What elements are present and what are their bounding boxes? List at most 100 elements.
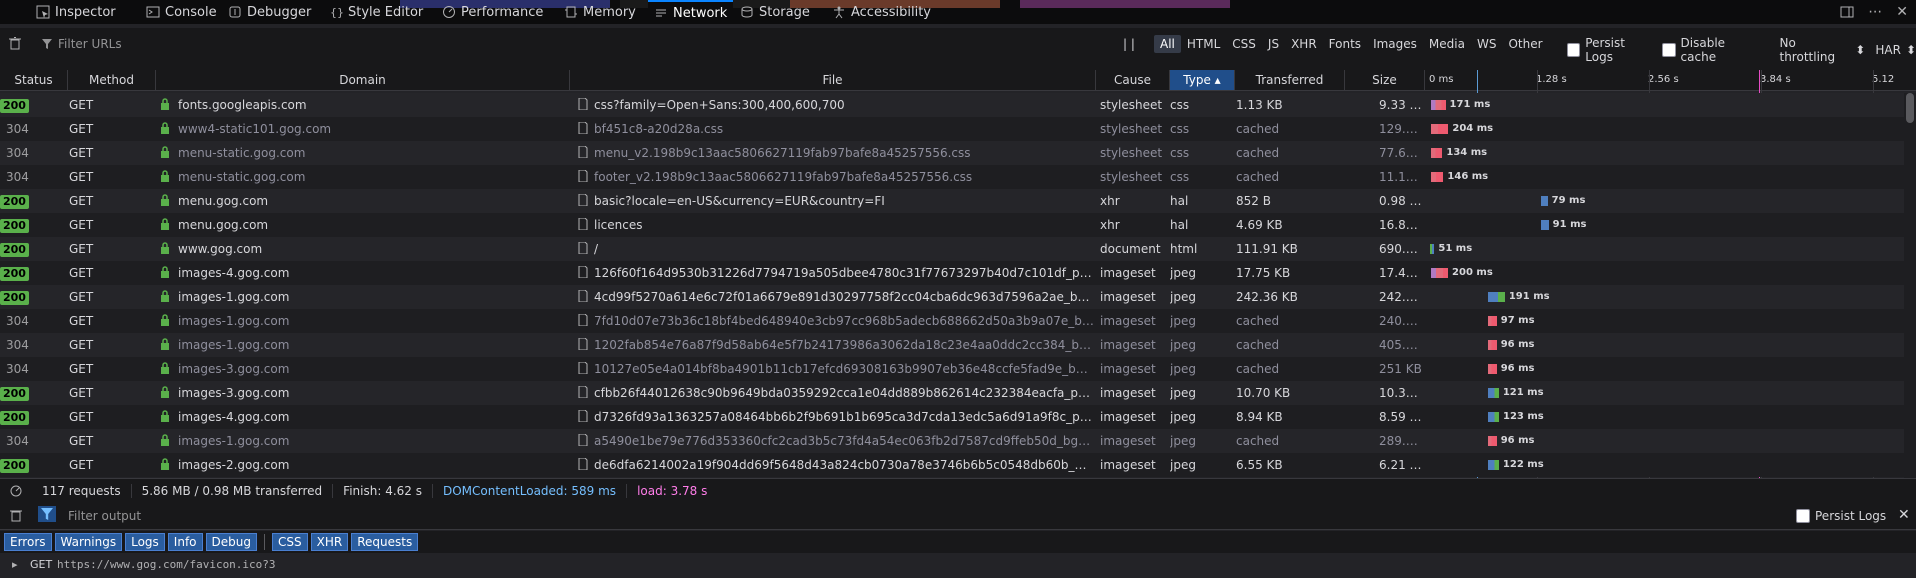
console-filter-debug[interactable]: Debug — [205, 533, 257, 551]
request-row[interactable]: 200 GET images-3.gog.com cfbb26f44012638c90… — [0, 381, 1904, 405]
console-persist-logs-checkbox[interactable]: Persist Logs — [1796, 509, 1886, 523]
column-status[interactable]: Status — [0, 70, 68, 90]
request-row[interactable]: 200 GET fonts.googleapis.com css?family=Ope… — [0, 93, 1904, 117]
column-waterfall[interactable]: 0 ms 1.28 s 2.56 s 3.84 s 5.12 — [1425, 70, 1904, 90]
tab-label: Memory — [583, 4, 636, 20]
console-filter-logs[interactable]: Logs — [125, 533, 165, 551]
column-cause[interactable]: Cause — [1096, 70, 1170, 90]
filter-all[interactable]: All — [1154, 35, 1181, 53]
console-filter-requests[interactable]: Requests — [351, 533, 419, 551]
transferred-cell: 17.75 KB — [1236, 266, 1291, 280]
console-message[interactable]: ▸ GET https://www.gog.com/favicon.ico?3 — [0, 555, 1916, 575]
console-filter-input[interactable]: Filter output — [68, 509, 141, 523]
request-row[interactable]: 200 GET menu.gog.com licences xhr hal 4.69 KB 1… — [0, 213, 1904, 237]
tab-storage[interactable]: Storage — [734, 0, 816, 24]
column-size[interactable]: Size — [1345, 70, 1425, 90]
clear-console-icon[interactable] — [10, 509, 22, 522]
request-row[interactable]: 304 GET menu-static.gog.com menu_v2.198b9c1… — [0, 141, 1904, 165]
pause-button[interactable]: | | — [1123, 37, 1135, 51]
type-cell: jpeg — [1170, 290, 1196, 304]
file-icon — [578, 98, 588, 110]
waterfall-timing-bar — [1430, 124, 1449, 134]
scrollbar-thumb[interactable] — [1906, 93, 1914, 123]
column-transferred[interactable]: Transferred — [1235, 70, 1345, 90]
type-cell: jpeg — [1170, 386, 1196, 400]
request-row[interactable]: 200 GET images-2.gog.com de6dfa6214002a19f9… — [0, 453, 1904, 477]
devtools-tab-bar: Inspector Console Debugger {} Style Editor Pe… — [0, 0, 1916, 24]
tab-label: Network — [673, 5, 728, 21]
request-row[interactable]: 304 GET images-1.gog.com 7fd10d07e73b36c18b… — [0, 309, 1904, 333]
filter-xhr[interactable]: XHR — [1285, 35, 1323, 53]
console-filter-css[interactable]: CSS — [271, 533, 308, 551]
console-filter-toggle-icon[interactable] — [38, 506, 56, 522]
accessibility-icon — [832, 5, 846, 19]
request-row[interactable]: 200 GET www.gog.com / document html 111.91 KB 6… — [0, 237, 1904, 261]
filter-fonts[interactable]: Fonts — [1323, 35, 1367, 53]
request-row[interactable]: 200 GET images-4.gog.com d7326fd93a1363257a… — [0, 405, 1904, 429]
tab-debugger[interactable]: Debugger — [222, 0, 317, 24]
waterfall-timing-bar — [1430, 244, 1435, 254]
dock-side-icon[interactable] — [1840, 5, 1854, 19]
clear-requests-icon[interactable] — [9, 37, 21, 50]
filter-urls-input[interactable]: Filter URLs — [42, 37, 122, 51]
disable-cache-checkbox[interactable]: Disable cache — [1662, 36, 1759, 64]
expand-arrow-icon[interactable]: ▸ — [12, 555, 18, 575]
more-options-icon[interactable]: ⋯ — [1868, 4, 1882, 20]
console-filter-warnings[interactable]: Warnings — [54, 533, 123, 551]
filter-media[interactable]: Media — [1423, 35, 1471, 53]
request-row[interactable]: 200 GET menu.gog.com basic?locale=en-US&cur… — [0, 189, 1904, 213]
column-file[interactable]: File — [570, 70, 1096, 90]
tab-network[interactable]: Network — [648, 0, 734, 24]
request-row[interactable]: 304 GET images-1.gog.com 1202fab854e76a87f9… — [0, 333, 1904, 357]
throttling-select[interactable]: No throttling ⬍ — [1780, 36, 1866, 64]
waterfall-time-label: 96 ms — [1500, 339, 1535, 350]
type-filter-buttons: All HTML CSS JS XHR Fonts Images Media WS Other — [1154, 35, 1549, 53]
request-row[interactable]: 200 GET images-1.gog.com 4cd99f5270a614e6c7… — [0, 285, 1904, 309]
console-filter-info[interactable]: Info — [167, 533, 203, 551]
status-code: 304 — [6, 122, 29, 136]
tab-inspector[interactable]: Inspector — [30, 0, 122, 24]
file-cell: menu_v2.198b9c13aac5806627119fab97bafe8a… — [594, 146, 971, 160]
status-code: 304 — [6, 362, 29, 376]
waterfall-tick-label: 2.56 s — [1648, 74, 1679, 85]
cause-cell: imageset — [1100, 314, 1156, 328]
requests-table-header: Status Method Domain File Cause Type ▴ T… — [0, 70, 1916, 91]
request-row[interactable]: 304 GET images-3.gog.com 10127e05e4a014bf8b… — [0, 357, 1904, 381]
close-console-icon[interactable]: ✕ — [1898, 507, 1910, 523]
cause-cell: imageset — [1100, 290, 1156, 304]
tab-performance[interactable]: Performance — [436, 0, 549, 24]
tab-console[interactable]: Console — [140, 0, 223, 24]
cause-cell: stylesheet — [1100, 122, 1163, 136]
load-time: load: 3.78 s — [637, 484, 708, 498]
column-domain[interactable]: Domain — [156, 70, 570, 90]
console-filter-errors[interactable]: Errors — [4, 533, 52, 551]
request-row[interactable]: 200 GET images-4.gog.com 126f60f164d9530b31… — [0, 261, 1904, 285]
size-cell: 289.39 KB — [1379, 434, 1424, 448]
close-toolbox-icon[interactable]: ✕ — [1896, 4, 1908, 20]
request-row[interactable]: 304 GET menu-static.gog.com footer_v2.198b9… — [0, 165, 1904, 189]
console-message-url[interactable]: https://www.gog.com/favicon.ico?3 — [57, 555, 276, 575]
har-menu[interactable]: HAR ⬍ — [1875, 43, 1916, 57]
column-method[interactable]: Method — [68, 70, 156, 90]
request-row[interactable]: 304 GET images-1.gog.com a5490e1be79e776d35… — [0, 429, 1904, 453]
console-filter-xhr[interactable]: XHR — [310, 533, 349, 551]
filter-css[interactable]: CSS — [1226, 35, 1262, 53]
transferred-cell: cached — [1236, 338, 1280, 352]
file-cell: basic?locale=en-US&currency=EUR&country=… — [594, 194, 885, 208]
requests-scrollbar[interactable] — [1904, 93, 1916, 478]
tab-accessibility[interactable]: Accessibility — [826, 0, 937, 24]
tab-style-editor[interactable]: {} Style Editor — [323, 0, 429, 24]
column-type[interactable]: Type ▴ — [1170, 70, 1235, 90]
filter-other[interactable]: Other — [1502, 35, 1548, 53]
persist-logs-checkbox[interactable]: Persist Logs — [1567, 36, 1652, 64]
filter-images[interactable]: Images — [1367, 35, 1423, 53]
filter-ws[interactable]: WS — [1471, 35, 1502, 53]
request-row[interactable]: 304 GET www4-static101.gog.com bf451c8-a20d… — [0, 117, 1904, 141]
performance-analysis-icon[interactable] — [0, 485, 32, 497]
tab-memory[interactable]: Memory — [558, 0, 642, 24]
status-cell: 304 — [0, 429, 62, 453]
filter-html[interactable]: HTML — [1181, 35, 1226, 53]
status-cell: 200 — [0, 261, 62, 285]
filter-js[interactable]: JS — [1262, 35, 1285, 53]
transferred-cell: 852 B — [1236, 194, 1271, 208]
